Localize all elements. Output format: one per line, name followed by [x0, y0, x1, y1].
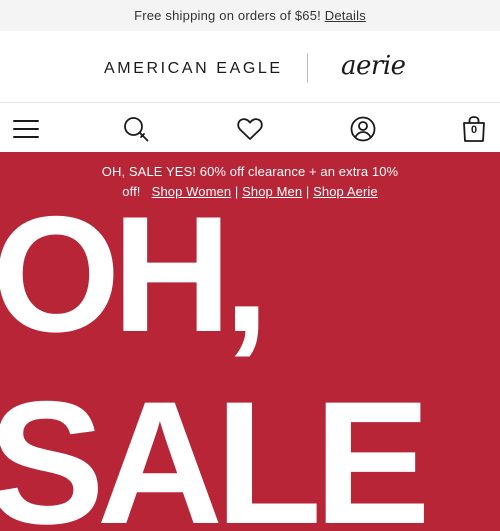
heart-icon[interactable] [236, 115, 264, 143]
promo-details-link[interactable]: Details [325, 8, 366, 23]
nav-bar: 0 [0, 104, 500, 152]
brand-divider [307, 53, 308, 83]
bag-count-badge: 0 [470, 124, 478, 136]
hamburger-menu-icon[interactable] [12, 115, 40, 143]
user-account-icon[interactable] [349, 115, 377, 143]
shop-aerie-link[interactable]: Shop Aerie [313, 184, 378, 199]
brand-header: AMERICAN EAGLE aerie [0, 31, 500, 103]
aerie-logo[interactable]: aerie [341, 51, 406, 81]
promo-text: Free shipping on orders of $65! [134, 8, 321, 23]
search-icon[interactable] [122, 115, 150, 143]
american-eagle-logo[interactable]: AMERICAN EAGLE [104, 60, 283, 78]
sale-hero-banner[interactable]: OH, SALE YES! 60% off clearance + an ext… [0, 152, 500, 531]
shopping-bag-icon[interactable]: 0 [461, 115, 487, 143]
promo-bar: Free shipping on orders of $65! Details [0, 0, 500, 31]
hero-headline-line2: SALE [0, 366, 431, 531]
hero-headline-line1: OH, [0, 182, 269, 366]
